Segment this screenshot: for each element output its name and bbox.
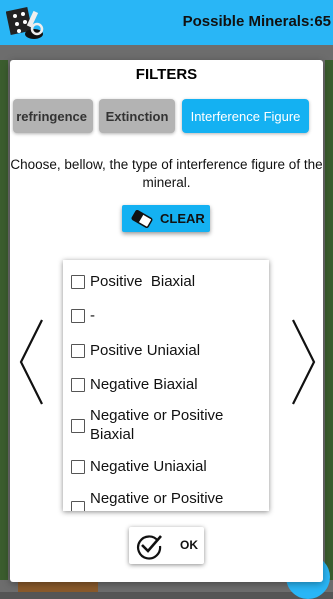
tab-birefringence[interactable]: refringence [13,99,93,133]
option-label: Positive Biaxial [90,273,196,290]
top-app-bar: Possible Minerals:65 [0,0,333,45]
option-negative-or-positive-partial[interactable]: Negative or Positive [63,489,269,511]
app-logo-icon [6,6,44,39]
filters-dialog: FILTERS refringence Extinction Interfere… [10,60,323,582]
possible-minerals-label: Possible Minerals: [182,13,315,30]
checkbox[interactable] [71,419,85,433]
checkbox[interactable] [71,460,85,474]
option-dash[interactable]: - [63,306,269,325]
background-edge-left [0,60,8,580]
interference-figure-list[interactable]: Positive Biaxial - Positive Uniaxial Neg… [63,260,269,511]
ok-button-label: OK [180,538,198,552]
checkbox[interactable] [71,501,85,511]
option-negative-or-positive-biaxial[interactable]: Negative or Positive Biaxial [63,406,269,444]
option-label: - [90,307,95,324]
option-positive-biaxial[interactable]: Positive Biaxial [63,272,269,291]
background-edge-right [325,60,333,580]
checkmark-circle-icon [137,535,162,560]
clear-button[interactable]: CLEAR [122,205,210,232]
dialog-title: FILTERS [135,66,198,83]
tab-extinction[interactable]: Extinction [99,99,175,133]
chevron-left-icon[interactable] [18,318,46,406]
checkbox[interactable] [71,378,85,392]
option-negative-uniaxial[interactable]: Negative Uniaxial [63,457,269,476]
filter-description: Choose, bellow, the type of interference… [10,157,323,190]
possible-minerals-counter: Possible Minerals:65 [183,13,331,30]
option-negative-biaxial[interactable]: Negative Biaxial [63,375,269,394]
clear-button-label: CLEAR [160,211,205,226]
checkbox[interactable] [71,344,85,358]
checkbox[interactable] [71,309,85,323]
option-label: Negative Biaxial [90,376,198,393]
option-label: Positive Uniaxial [90,342,201,359]
possible-minerals-count: 65 [314,13,331,30]
option-label: Negative or Positive [90,490,224,507]
option-label: Negative Uniaxial [90,458,207,475]
eraser-icon [131,209,153,228]
chevron-right-icon[interactable] [289,318,317,406]
option-label: Negative or Positive Biaxial [90,407,224,443]
option-positive-uniaxial[interactable]: Positive Uniaxial [63,341,269,360]
tab-interference-figure[interactable]: Interference Figure [182,99,309,133]
checkbox[interactable] [71,275,85,289]
ok-button[interactable]: OK [129,527,204,564]
